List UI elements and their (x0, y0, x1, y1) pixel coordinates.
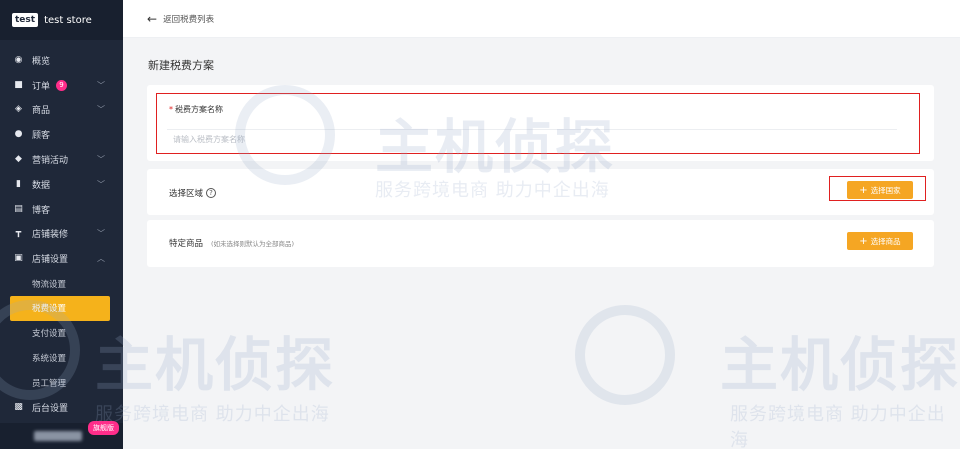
sidebar-subitem-tax[interactable]: 税费设置 (10, 295, 110, 321)
goods-label-text: 特定商品 (169, 239, 204, 249)
sidebar-item-blog[interactable]: ▤ 博客 (0, 197, 123, 222)
back-link[interactable]: 返回税费列表 (163, 13, 214, 25)
sidebar-item-label: 博客 (32, 205, 51, 216)
sidebar-item-label: 营销活动 (32, 156, 69, 167)
product-icon: ◈ (15, 104, 22, 115)
brand-logo: test (12, 13, 39, 27)
customer-icon: ● (14, 129, 23, 140)
select-goods-label: 选择商品 (870, 236, 901, 246)
sidebar: test test store ◉ 概览 ■ 订单 9 ﹀ ◈ 商品 ﹀ ● 顾… (0, 0, 123, 449)
store-name: test store (44, 14, 92, 26)
help-icon[interactable]: ? (206, 188, 217, 198)
sidebar-item-analytics[interactable]: ▮ 数据 ﹀ (0, 172, 123, 197)
sidebar-item-customers[interactable]: ● 顾客 (0, 122, 123, 147)
chart-icon: ▮ (16, 178, 21, 189)
sidebar-item-label: 商品 (32, 106, 51, 117)
sidebar-item-marketing[interactable]: ◆ 营销活动 ﹀ (0, 147, 123, 172)
sidebar-item-label: 店铺装修 (32, 230, 69, 241)
goods-label: 特定商品 (如未选择则默认为全部商品) (169, 237, 294, 249)
goods-card: 特定商品 (如未选择则默认为全部商品) + 选择商品 (147, 220, 934, 267)
sidebar-item-products[interactable]: ◈ 商品 ﹀ (0, 98, 123, 123)
topbar: ← 返回税费列表 (123, 0, 960, 38)
sidebar-nav: ◉ 概览 ■ 订单 9 ﹀ ◈ 商品 ﹀ ● 顾客 ◆ 营销活动 ﹀ ▮ 数据 … (0, 40, 123, 420)
chevron-down-icon: ﹀ (97, 155, 105, 165)
sidebar-item-admin-settings[interactable]: ▩ 后台设置 (0, 395, 123, 420)
region-card: 选择区域 ? + 选择国家 (147, 169, 934, 215)
plus-icon: + (859, 235, 868, 247)
chevron-down-icon: ﹀ (97, 80, 105, 90)
sidebar-item-store-design[interactable]: ┳ 店铺装修 ﹀ (0, 222, 123, 247)
page-title: 新建税费方案 (148, 59, 214, 72)
chevron-down-icon: ﹀ (97, 229, 105, 239)
sidebar-item-overview[interactable]: ◉ 概览 (0, 48, 123, 73)
sidebar-item-label: 店铺设置 (32, 255, 69, 266)
account-name-blurred (34, 431, 82, 441)
sidebar-subitem-system[interactable]: 系统设置 (0, 346, 123, 371)
sidebar-item-label: 后台设置 (32, 404, 69, 415)
select-goods-button[interactable]: + 选择商品 (847, 232, 913, 250)
blog-icon: ▤ (14, 203, 23, 214)
region-label: 选择区域 ? (169, 187, 217, 199)
chevron-down-icon: ﹀ (97, 105, 105, 115)
sidebar-item-store-settings[interactable]: ▣ 店铺设置 ︿ (0, 246, 123, 271)
brand[interactable]: test test store (0, 0, 123, 40)
chevron-up-icon: ︿ (97, 254, 105, 264)
sidebar-item-orders[interactable]: ■ 订单 9 ﹀ (0, 73, 123, 98)
brush-icon: ┳ (15, 228, 22, 239)
sidebar-item-label: 订单 (32, 81, 51, 92)
store-icon: ▣ (14, 253, 23, 264)
highlight-frame-name (156, 93, 920, 154)
highlight-frame-country (829, 176, 926, 201)
dashboard-icon: ◉ (14, 54, 23, 65)
goods-hint: (如未选择则默认为全部商品) (211, 240, 295, 248)
sidebar-subitem-payment[interactable]: 支付设置 (0, 321, 123, 346)
back-arrow-icon[interactable]: ← (147, 12, 157, 26)
order-count-badge: 9 (56, 79, 68, 91)
region-label-text: 选择区域 (169, 189, 204, 199)
sidebar-item-label: 顾客 (32, 131, 51, 142)
settings-icon: ▩ (14, 402, 23, 413)
sidebar-item-label: 数据 (32, 180, 51, 191)
chevron-down-icon: ﹀ (97, 179, 105, 189)
tag-icon: ◆ (15, 154, 22, 165)
account-footer[interactable]: 旗舰版 (0, 421, 123, 449)
sidebar-subitem-shipping[interactable]: 物流设置 (0, 271, 123, 296)
main-content: 新建税费方案 *税费方案名称 选择区域 ? + 选择国家 特定商品 (如未选择则… (123, 38, 960, 449)
order-icon: ■ (14, 79, 23, 90)
edition-badge: 旗舰版 (88, 421, 119, 435)
sidebar-subitem-staff[interactable]: 员工管理 (0, 370, 123, 395)
sidebar-item-label: 概览 (32, 56, 51, 67)
